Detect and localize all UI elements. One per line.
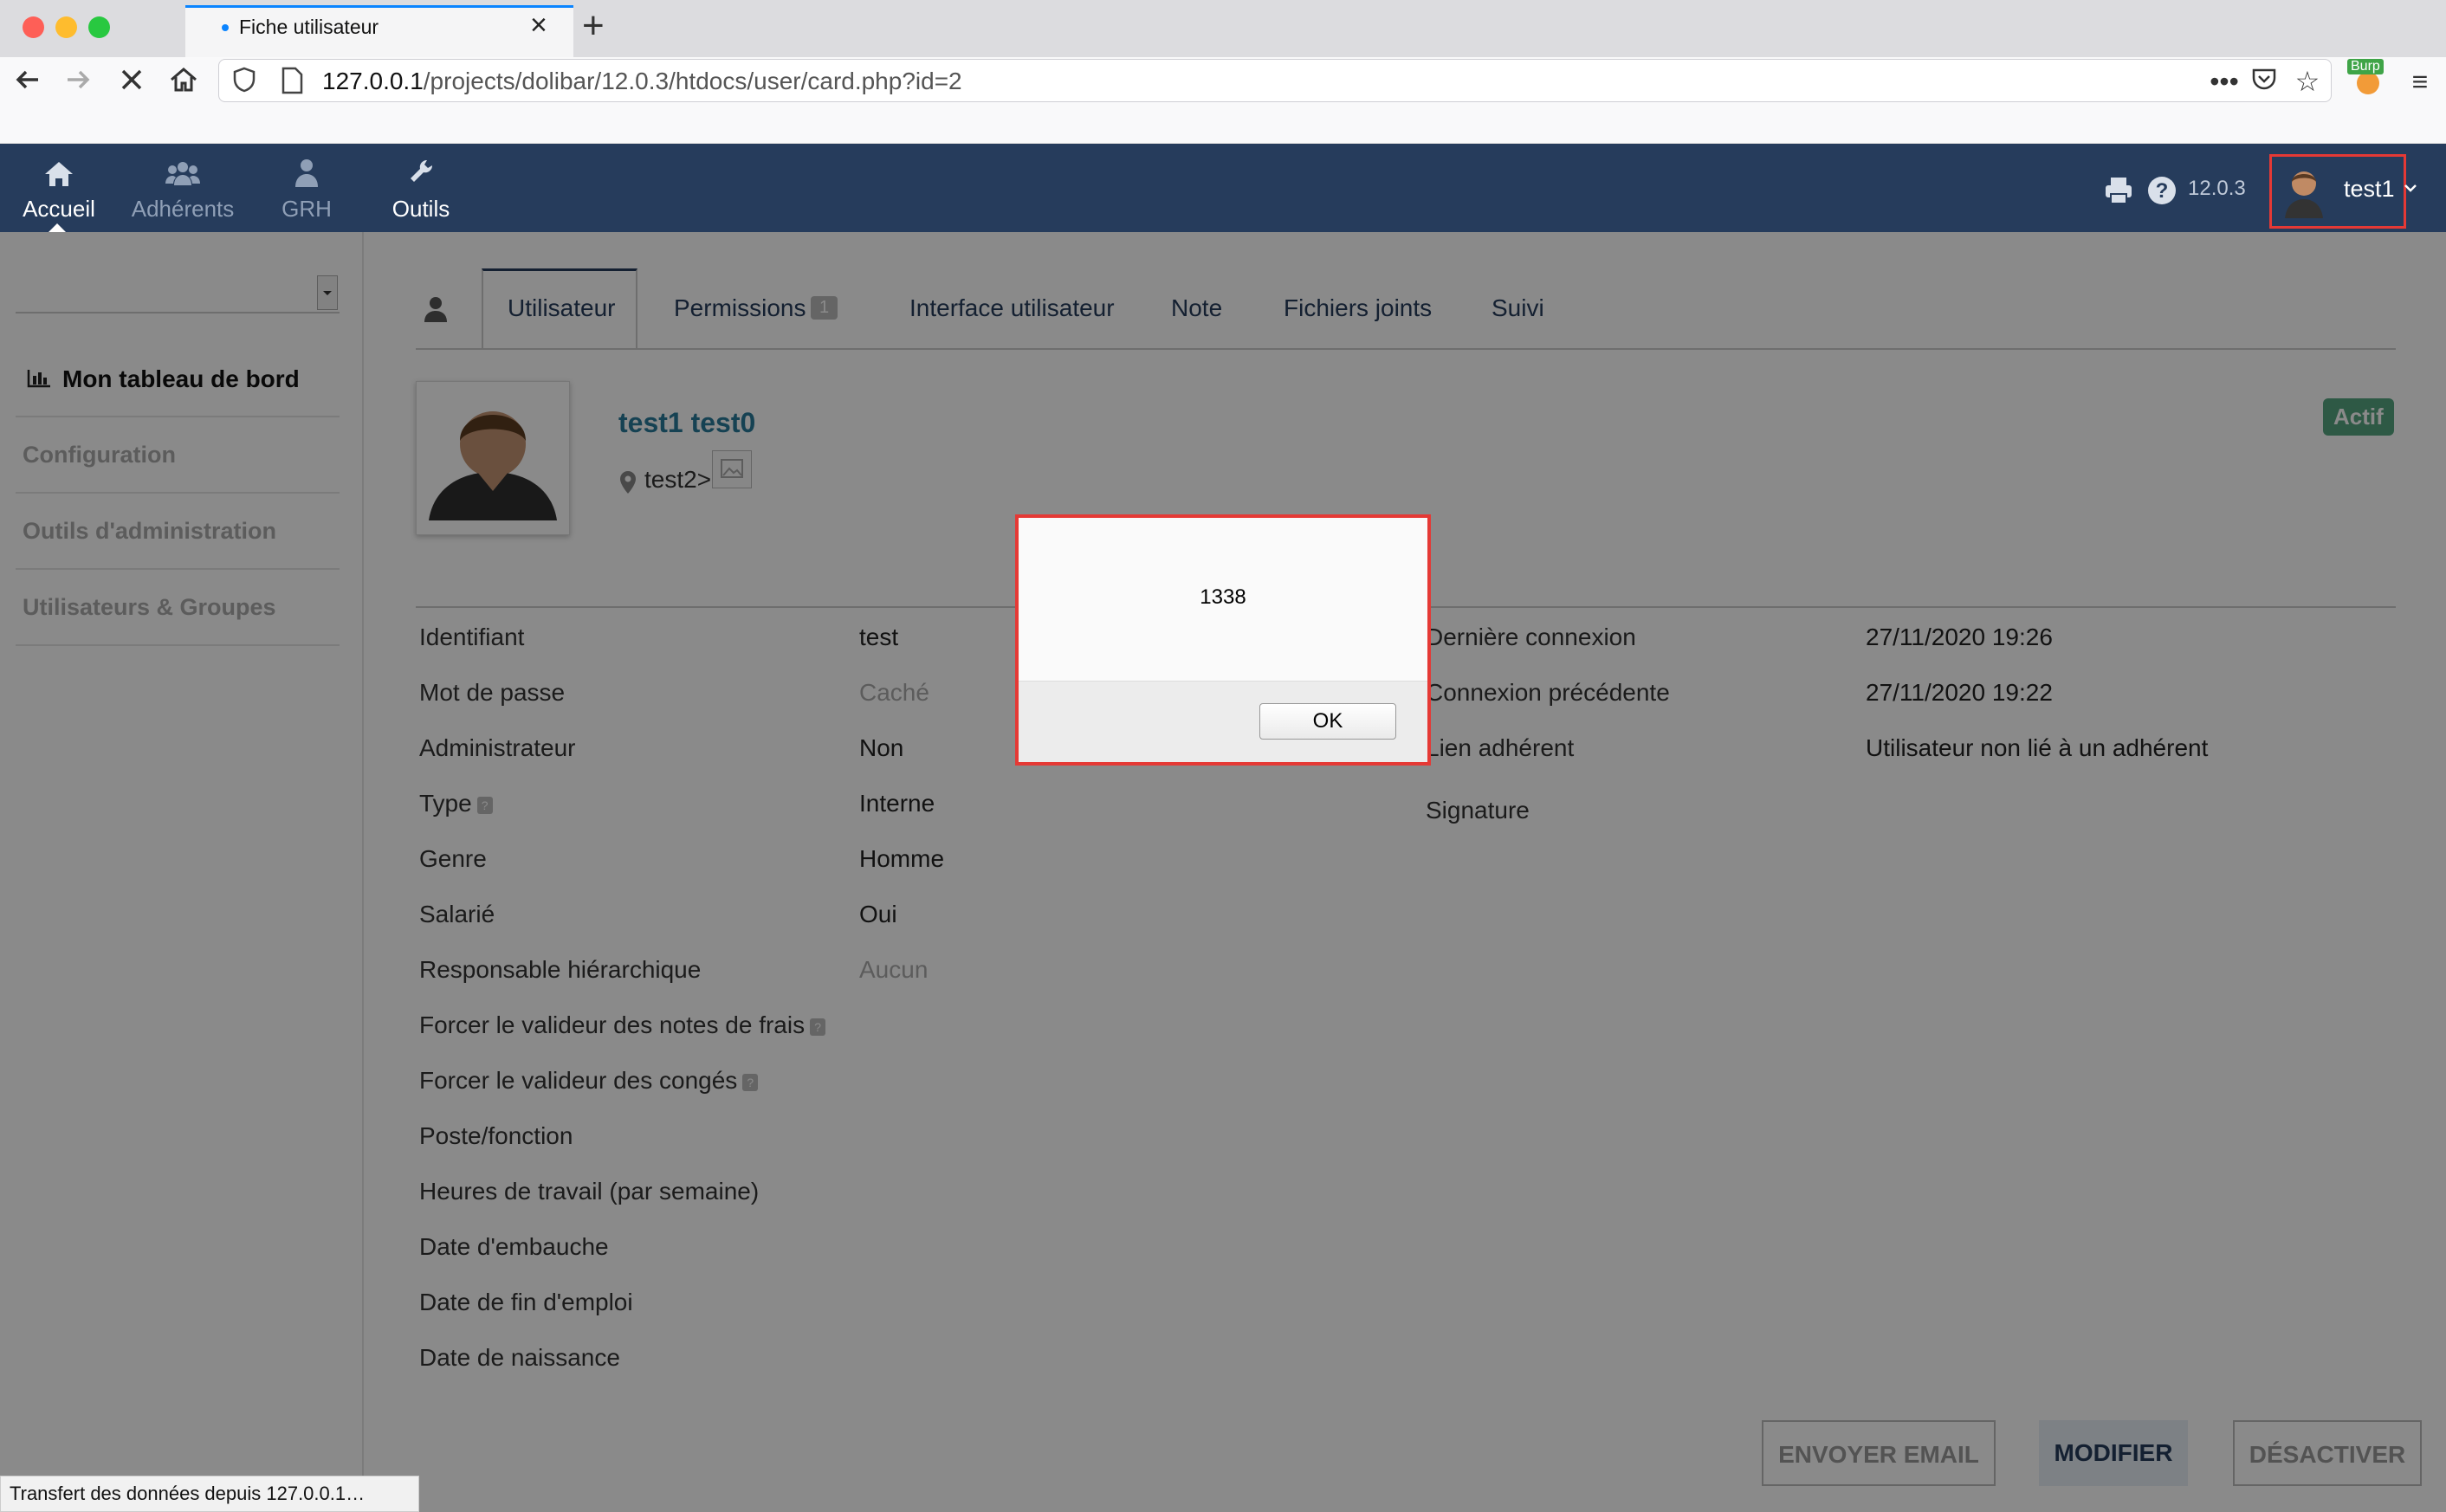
menu-accueil[interactable]: Accueil bbox=[9, 144, 109, 232]
help-icon[interactable]: ? bbox=[2145, 173, 2179, 208]
menu-label: Adhérents bbox=[131, 196, 235, 222]
tab-loading-dot bbox=[222, 24, 229, 31]
burp-label: Burp bbox=[2347, 59, 2384, 74]
new-tab-icon[interactable]: + bbox=[582, 7, 605, 45]
tab-close-icon[interactable]: × bbox=[530, 10, 547, 40]
wrench-icon bbox=[374, 156, 468, 191]
menu-label: GRH bbox=[281, 196, 332, 222]
back-icon[interactable] bbox=[7, 62, 49, 104]
version-label: 12.0.3 bbox=[2188, 177, 2246, 200]
menu-grh[interactable]: GRH bbox=[260, 144, 353, 232]
home-icon bbox=[9, 156, 109, 191]
chevron-down-icon[interactable] bbox=[2403, 180, 2418, 196]
forward-icon[interactable] bbox=[57, 62, 99, 104]
url-path: /projects/dolibar/12.0.3/htdocs/user/car… bbox=[423, 68, 962, 94]
app-top-menu bbox=[0, 144, 2446, 232]
stop-loading-icon[interactable] bbox=[111, 62, 152, 104]
tab-title: Fiche utilisateur bbox=[239, 16, 379, 38]
window-maximize-button[interactable] bbox=[88, 16, 110, 38]
user-name: test1 bbox=[2344, 176, 2395, 202]
menu-label: Accueil bbox=[23, 196, 95, 222]
url-text[interactable]: 127.0.0.1/projects/dolibar/12.0.3/htdocs… bbox=[322, 68, 962, 95]
users-icon bbox=[121, 156, 244, 191]
more-actions-icon[interactable]: ••• bbox=[2207, 64, 2242, 99]
person-icon bbox=[260, 156, 353, 191]
user-avatar bbox=[2280, 161, 2328, 218]
home-icon[interactable] bbox=[163, 62, 204, 104]
shield-icon[interactable] bbox=[229, 64, 260, 95]
url-host: 127.0.0.1 bbox=[322, 68, 424, 94]
bookmark-star-icon[interactable]: ☆ bbox=[2290, 64, 2325, 99]
window-minimize-button[interactable] bbox=[55, 16, 77, 38]
window-close-button[interactable] bbox=[23, 16, 44, 38]
hamburger-menu-icon[interactable]: ≡ bbox=[2403, 64, 2437, 99]
print-icon[interactable] bbox=[2101, 173, 2136, 208]
modal-backdrop bbox=[0, 232, 2446, 1512]
alert-ok-button[interactable]: OK bbox=[1259, 703, 1396, 740]
pocket-icon[interactable] bbox=[2247, 64, 2281, 99]
alert-message: 1338 bbox=[1200, 585, 1246, 609]
browser-status-bar: Transfert des données depuis 127.0.0.1… bbox=[0, 1476, 419, 1512]
menu-outils[interactable]: Outils bbox=[374, 144, 468, 232]
menu-label: Outils bbox=[391, 196, 450, 222]
menu-adherents[interactable]: Adhérents bbox=[121, 144, 244, 232]
active-menu-indicator bbox=[49, 223, 66, 232]
page-info-icon[interactable] bbox=[279, 66, 305, 95]
svg-text:?: ? bbox=[2156, 179, 2169, 203]
